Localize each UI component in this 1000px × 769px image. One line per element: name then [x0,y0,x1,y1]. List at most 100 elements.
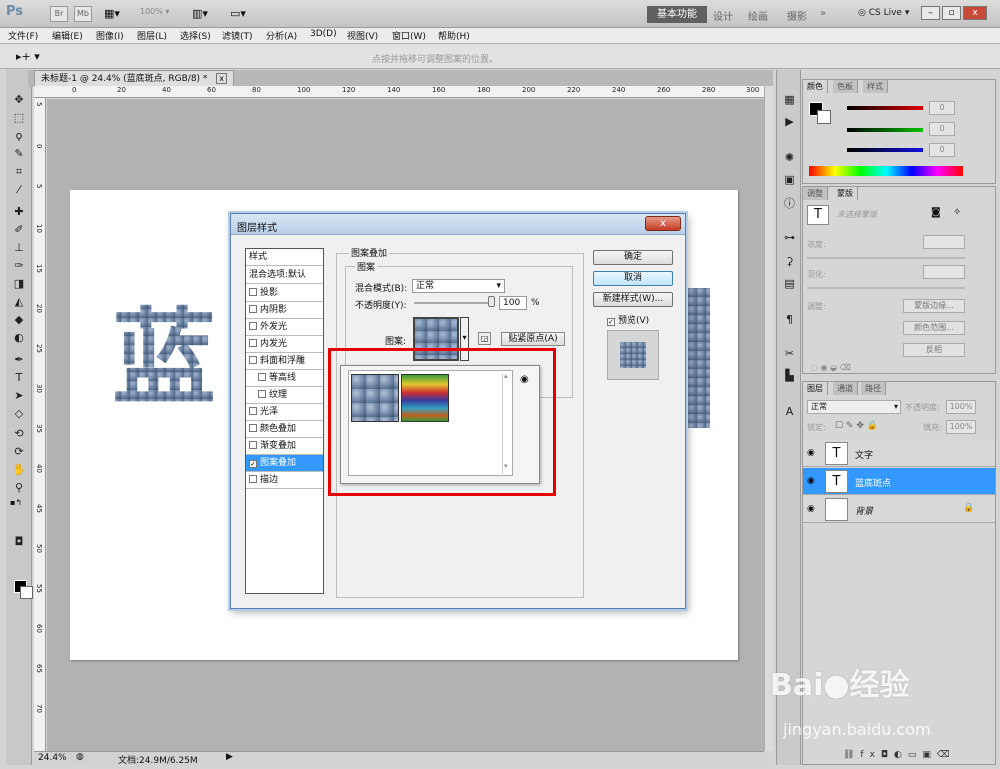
eyedropper-tool-icon[interactable]: ⁄ [11,182,27,198]
menu-file[interactable]: 文件(F) [8,29,38,42]
menu-select[interactable]: 选择(S) [180,29,211,42]
green-value[interactable]: 0 [929,122,955,136]
snap-to-origin-button[interactable]: 贴紧原点(A) [501,332,565,346]
minimize-button[interactable]: – [921,6,940,20]
feather-value[interactable] [923,265,965,279]
cs-live-button[interactable]: ◎ CS Live ▾ [858,8,909,18]
dialog-close-button[interactable]: x [645,216,681,231]
info-panel-icon[interactable]: ⓘ [782,196,797,211]
layers-footer-icons[interactable]: ⛓fx◘◐▭▣⌫ [843,750,956,760]
status-icon[interactable]: ◍ [76,752,84,762]
green-slider[interactable] [847,128,923,132]
checkbox[interactable] [249,407,257,415]
color-background-swatch[interactable] [817,110,831,124]
history-panel-icon[interactable]: ▦ [782,92,797,107]
mini-bridge-button[interactable]: Mb [74,6,92,22]
tab-styles[interactable]: 样式 [863,80,888,93]
dodge-tool-icon[interactable]: ◐ [11,330,27,346]
blue-value[interactable]: 0 [929,143,955,157]
tab-swatches[interactable]: 色板 [833,80,858,93]
document-tab[interactable]: 未标题-1 @ 24.4% (蓝底斑点, RGB/8) * x [34,70,235,86]
healing-brush-tool-icon[interactable]: ✚ [11,204,27,220]
effect-item-outer-glow[interactable]: 外发光 [246,319,323,336]
3d-rotate-tool-icon[interactable]: ⟲ [11,426,27,442]
dialog-title-bar[interactable]: 图层样式 x [231,214,685,235]
zoom-tool-icon[interactable]: ⚲ [11,480,27,496]
layer-row-background[interactable]: ◉ 背景 🔒 [803,496,995,523]
workspace-photography[interactable]: 摄影 [787,8,807,23]
eraser-tool-icon[interactable]: ◨ [11,276,27,292]
status-menu-arrow-icon[interactable]: ▶ [226,752,233,762]
effect-item-bevel-emboss[interactable]: 斜面和浮雕 [246,353,323,370]
default-colors-icon[interactable]: ▪↰ [10,498,22,507]
opacity-input[interactable]: 100 [499,296,527,310]
history-brush-tool-icon[interactable]: ✑ [11,258,27,274]
clone-stamp-tool-icon[interactable]: ⊥ [11,240,27,256]
vertical-scrollbar[interactable] [764,86,773,751]
menu-3d[interactable]: 3D(D) [310,29,337,39]
view-extras-icon[interactable]: ▦▾ [104,7,120,20]
move-tool-preset-icon[interactable]: ▸+ ▾ [16,50,40,63]
effect-item-texture[interactable]: 纹理 [246,387,323,404]
hand-tool-icon[interactable]: ✋ [11,462,27,478]
blur-tool-icon[interactable]: ◆ [11,312,27,328]
menu-view[interactable]: 视图(V) [347,29,378,42]
pen-tool-icon[interactable]: ✒ [11,352,27,368]
tab-paths[interactable]: 路径 [861,382,886,395]
checkbox[interactable] [249,441,257,449]
quick-select-tool-icon[interactable]: ✎ [11,146,27,162]
effect-item-inner-shadow[interactable]: 内阴影 [246,302,323,319]
pixel-mask-icon[interactable]: ◙ [931,207,941,218]
3d-orbit-tool-icon[interactable]: ⟳ [11,444,27,460]
path-selection-tool-icon[interactable]: ➤ [11,388,27,404]
paint-bucket-tool-icon[interactable]: ◭ [11,294,27,310]
effect-item-gradient-overlay[interactable]: 渐变叠加 [246,438,323,455]
effect-item-stroke[interactable]: 描边 [246,472,323,489]
checkbox[interactable] [249,475,257,483]
lasso-tool-icon[interactable]: ϙ [11,128,27,144]
checkbox-checked[interactable]: ✓ [607,318,615,326]
close-document-icon[interactable]: x [216,73,228,84]
lock-icons[interactable]: ☐ ✎ ✥ 🔒 [835,421,878,431]
brush-tool-icon[interactable]: ✐ [11,222,27,238]
density-value[interactable] [923,235,965,249]
zoom-level-select[interactable]: 100% ▾ [140,7,182,21]
workspace-painting[interactable]: 绘画 [748,8,768,23]
character-panel-icon[interactable]: A [782,404,797,419]
effect-item-inner-glow[interactable]: 内发光 [246,336,323,353]
eye-icon[interactable]: ◉ [807,504,815,514]
tab-layers[interactable]: 图层 [803,382,828,395]
animation-panel-icon[interactable]: ▤ [782,276,797,291]
clone-source-panel-icon[interactable]: ▣ [782,172,797,187]
checkbox[interactable] [258,390,266,398]
tab-masks[interactable]: 蒙版 [833,187,858,200]
feather-slider[interactable] [807,287,965,289]
new-style-button[interactable]: 新建样式(W)... [593,292,673,307]
workspace-essentials-button[interactable]: 基本功能 [647,6,707,23]
red-slider[interactable] [847,106,923,110]
checkbox[interactable] [249,339,257,347]
new-preset-icon[interactable]: ◲ [478,332,491,345]
invert-button[interactable]: 反相 [903,343,965,357]
crop-tool-icon[interactable]: ⌗ [11,164,27,180]
quick-mask-icon[interactable]: ◘ [11,534,27,550]
menu-window[interactable]: 窗口(W) [392,29,426,42]
tab-adjustments[interactable]: 调整 [803,187,828,200]
vector-mask-icon[interactable]: ✧ [953,207,961,218]
color-spectrum-bar[interactable] [809,166,963,176]
tool-presets-icon[interactable]: ⊶ [782,230,797,245]
checkbox[interactable] [249,424,257,432]
eye-icon[interactable]: ◉ [807,448,815,458]
blend-mode-select[interactable]: 正常 ▾ [412,279,505,293]
menu-edit[interactable]: 编辑(E) [52,29,83,42]
checkbox[interactable] [249,322,257,330]
checkbox-checked[interactable]: ✓ [249,460,257,468]
menu-filter[interactable]: 滤镜(T) [222,29,253,42]
restore-button[interactable]: ▫ [942,6,961,20]
marquee-tool-icon[interactable]: ⬚ [11,110,27,126]
background-color-swatch[interactable] [20,586,33,599]
checkbox[interactable] [249,305,257,313]
mask-footer-icons[interactable]: ◌ ◉ ◒ ⌫ [811,363,851,372]
effect-item-satin[interactable]: 光泽 [246,404,323,421]
status-zoom[interactable]: 24.4% [38,753,67,763]
